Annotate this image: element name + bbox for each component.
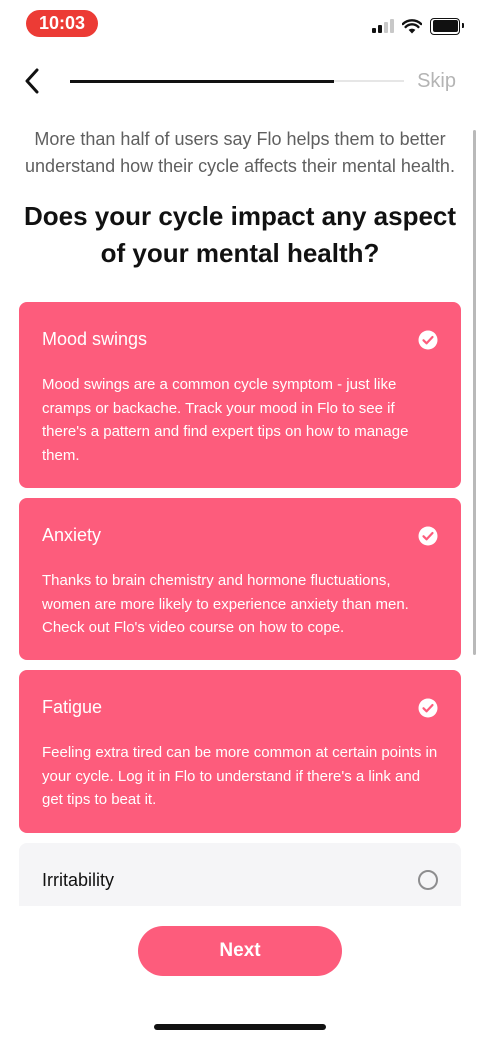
cellular-signal-icon [372, 19, 394, 33]
option-card-fatigue[interactable]: Fatigue Feeling extra tired can be more … [19, 670, 461, 833]
option-card-anxiety[interactable]: Anxiety Thanks to brain chemistry and ho… [19, 498, 461, 660]
option-title: Fatigue [42, 697, 103, 717]
radio-empty-icon [418, 870, 438, 890]
check-circle-icon [418, 330, 438, 350]
option-title: Anxiety [42, 525, 102, 545]
option-title: Irritability [42, 870, 115, 890]
option-description: Feeling extra tired can be more common a… [42, 744, 438, 808]
screen: 10:03 Skip More than half of users say F… [0, 0, 480, 1039]
progress-bar [70, 79, 404, 83]
wifi-icon [402, 18, 422, 33]
skip-button[interactable]: Skip [417, 70, 456, 93]
home-indicator [154, 1024, 326, 1030]
check-circle-icon [418, 698, 438, 718]
battery-icon [430, 17, 464, 35]
next-button[interactable]: Next [138, 926, 342, 976]
option-description: Mood swings are a common cycle symptom -… [42, 376, 409, 464]
option-title: Mood swings [42, 329, 148, 349]
back-button[interactable] [18, 64, 46, 98]
scrollbar[interactable] [473, 130, 476, 655]
subtitle: More than half of users say Flo helps th… [25, 129, 455, 176]
option-card-mood-swings[interactable]: Mood swings Mood swings are a common cyc… [19, 302, 461, 488]
question-title: Does your cycle impact any aspect of you… [23, 201, 457, 268]
check-circle-icon [418, 526, 438, 546]
chevron-left-icon [25, 68, 39, 94]
status-time: 10:03 [26, 10, 98, 37]
option-description: Thanks to brain chemistry and hormone fl… [42, 572, 409, 636]
status-icons [372, 16, 464, 36]
progress-fill [70, 79, 334, 83]
